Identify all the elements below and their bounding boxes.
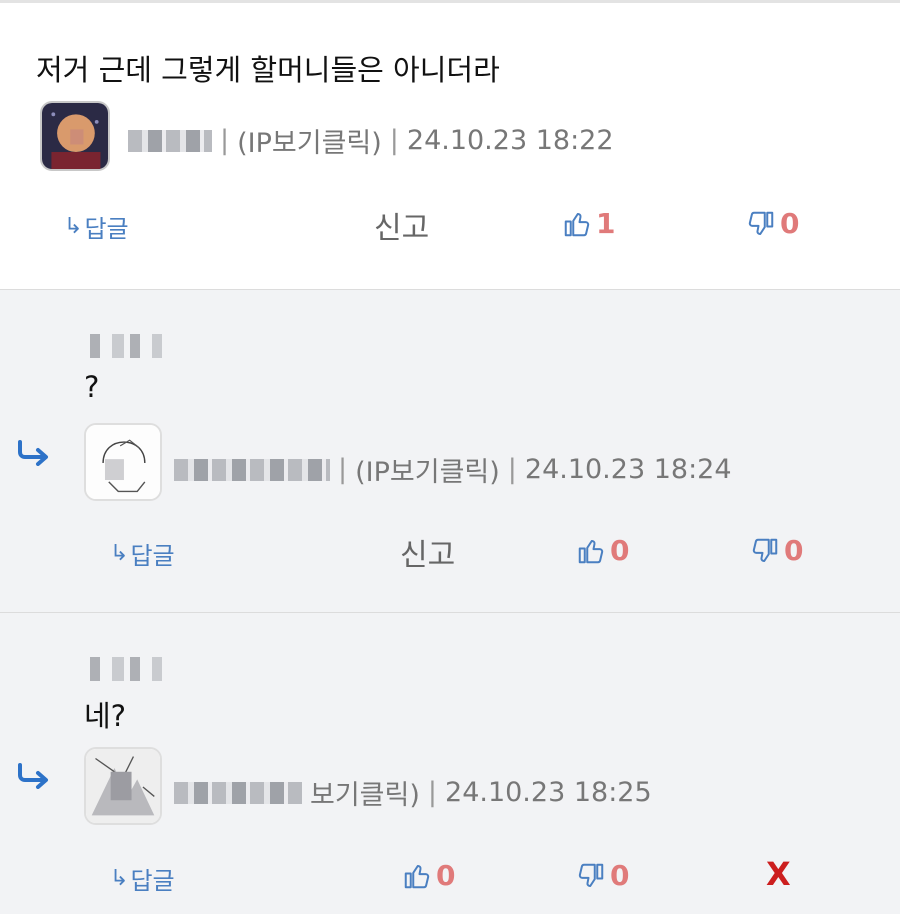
ip-view-link[interactable]: (IP보기클릭): [237, 121, 382, 160]
meta-separator: |: [427, 777, 438, 808]
dislike-button[interactable]: 0: [746, 207, 799, 240]
thumbs-down-icon: [750, 536, 780, 566]
author-name-redacted: [174, 781, 302, 804]
parent-author-redacted: [90, 334, 162, 358]
meta-separator: |: [338, 454, 348, 485]
delete-button[interactable]: X: [766, 855, 791, 893]
reply-button[interactable]: ↳ 답글: [110, 861, 175, 896]
like-button[interactable]: 0: [576, 534, 629, 567]
dislike-count: 0: [780, 207, 800, 240]
avatar-image: [42, 103, 108, 169]
avatar-image: [86, 749, 160, 823]
timestamp: 24.10.23 18:22: [406, 125, 614, 156]
author-name-redacted: [174, 458, 330, 481]
comment-text: ?: [84, 370, 100, 404]
reply-small-arrow-icon: ↳: [110, 866, 129, 891]
like-button[interactable]: 0: [402, 859, 455, 892]
timestamp: 24.10.23 18:24: [524, 454, 732, 485]
thumbs-up-icon: [562, 209, 592, 239]
reply-arrow-icon: [16, 763, 50, 789]
dislike-count: 0: [784, 534, 804, 567]
reply-small-arrow-icon: ↳: [110, 541, 129, 566]
reply-label: 답글: [130, 542, 175, 570]
report-button[interactable]: 신고: [400, 530, 455, 574]
like-count: 1: [596, 207, 616, 240]
dislike-button[interactable]: 0: [576, 859, 629, 892]
ip-view-link[interactable]: (IP보기클릭): [355, 450, 500, 489]
reply-arrow-icon: [16, 440, 50, 466]
meta-separator: |: [389, 125, 399, 156]
like-count: 0: [436, 859, 456, 892]
avatar[interactable]: [84, 747, 162, 825]
comment-3-reply: 네? 보기클릭) | 24.10.23 18:25 ↳ 답글 0 0 X: [0, 612, 900, 914]
avatar[interactable]: [40, 101, 110, 171]
meta-separator: |: [507, 454, 517, 485]
report-button[interactable]: 신고: [374, 203, 429, 247]
reply-label: 답글: [84, 215, 129, 243]
dislike-button[interactable]: 0: [750, 534, 803, 567]
thumbs-down-icon: [576, 861, 606, 891]
comment-text: 네?: [84, 699, 127, 733]
meta-separator: |: [220, 125, 230, 156]
avatar[interactable]: [84, 423, 162, 501]
ip-view-link[interactable]: 보기클릭): [310, 773, 420, 812]
parent-author-redacted: [90, 657, 162, 681]
timestamp: 24.10.23 18:25: [445, 777, 652, 808]
comment-meta: | (IP보기클릭) | 24.10.23 18:24: [174, 450, 732, 489]
comment-meta: 보기클릭) | 24.10.23 18:25: [174, 773, 652, 812]
comment-meta: | (IP보기클릭) | 24.10.23 18:22: [128, 121, 614, 160]
comment-2-reply: ? | (IP보기클릭) | 24.10.23 18:24 ↳ 답글 신고 0: [0, 289, 900, 613]
thumbs-down-icon: [746, 209, 776, 239]
thumbs-up-icon: [402, 861, 432, 891]
reply-label: 답글: [130, 867, 175, 895]
dislike-count: 0: [610, 859, 630, 892]
like-button[interactable]: 1: [562, 207, 615, 240]
comment-1: 저거 근데 그렇게 할머니들은 아니더라 | (IP보기클릭) | 24.10.…: [0, 3, 900, 289]
reply-button[interactable]: ↳ 답글: [110, 536, 175, 571]
comment-text: 저거 근데 그렇게 할머니들은 아니더라: [36, 53, 500, 87]
thumbs-up-icon: [576, 536, 606, 566]
author-name-redacted: [128, 129, 212, 152]
reply-small-arrow-icon: ↳: [64, 214, 83, 239]
reply-button[interactable]: ↳ 답글: [64, 209, 129, 244]
avatar-image: [86, 425, 160, 499]
like-count: 0: [610, 534, 630, 567]
